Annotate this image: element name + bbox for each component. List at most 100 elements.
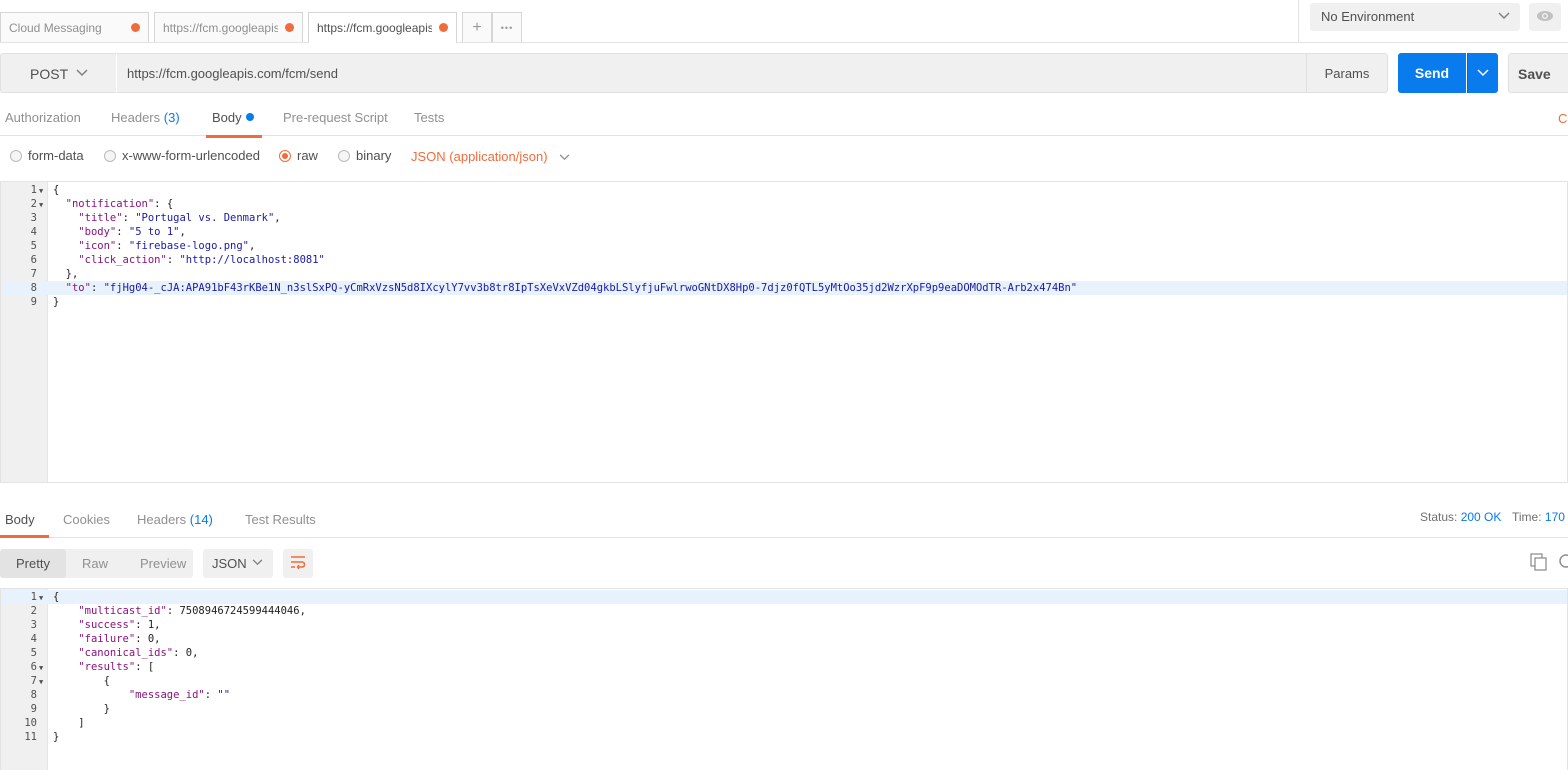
response-body-viewer[interactable]: 1 ▼{2 "multicast_id": 7508946724599444046… <box>0 588 1568 770</box>
json-token: : <box>90 282 104 294</box>
code-line: 6 "click_action": "http://localhost:8081… <box>1 253 1567 267</box>
line-number: 3 <box>30 619 37 631</box>
json-token: : <box>204 689 218 701</box>
response-language-select[interactable]: JSON <box>203 549 273 578</box>
code-line: 2 "multicast_id": 7508946724599444046, <box>1 604 1567 618</box>
code-line: 1 ▼ { <box>1 183 1567 197</box>
status-label: Status: <box>1420 510 1458 524</box>
tab-body[interactable]: Body <box>206 110 262 138</box>
content-type-select[interactable]: JSON (application/json) <box>411 149 570 164</box>
view-preview-button[interactable]: Preview <box>124 549 202 578</box>
tab-label: Headers <box>137 512 187 527</box>
json-token: : <box>166 254 180 266</box>
code-text: "message_id": "" <box>53 688 230 702</box>
tab-label: https://fcm.googleapis <box>317 21 432 35</box>
json-token: } <box>53 296 60 308</box>
json-token: { <box>53 675 110 687</box>
code-line: 10 ] <box>1 716 1567 730</box>
radio-form-data[interactable]: form-data <box>10 148 84 163</box>
tab-options-button[interactable]: ••• <box>492 12 522 42</box>
copy-icon[interactable] <box>1530 553 1548 574</box>
view-pretty-button[interactable]: Pretty <box>0 549 66 578</box>
response-tab-body[interactable]: Body <box>0 512 49 538</box>
fold-arrow-icon[interactable]: ▼ <box>39 675 43 689</box>
line-number: 9 <box>30 296 37 308</box>
url-input[interactable]: https://fcm.googleapis.com/fcm/send <box>116 53 1307 93</box>
environment-select[interactable]: No Environment <box>1310 3 1520 31</box>
wrap-lines-button[interactable] <box>283 549 313 578</box>
send-options-button[interactable] <box>1467 53 1498 93</box>
code-text: "body": "5 to 1", <box>53 225 186 239</box>
chevron-down-icon <box>1498 9 1510 23</box>
line-number: 5 <box>30 240 37 252</box>
tab-pre-request-script[interactable]: Pre-request Script <box>283 110 388 125</box>
json-string: "" <box>217 689 231 701</box>
view-raw-button[interactable]: Raw <box>66 549 124 578</box>
tab-label: https://fcm.googleapis <box>163 20 278 35</box>
json-key: "click_action" <box>78 254 167 266</box>
params-button[interactable]: Params <box>1306 53 1388 93</box>
tab-label: Body <box>212 110 242 125</box>
json-token: : <box>116 226 129 238</box>
status-value[interactable]: 200 OK <box>1461 510 1502 524</box>
response-tab-test-results[interactable]: Test Results <box>245 512 316 527</box>
fold-arrow-icon[interactable]: ▼ <box>39 661 43 675</box>
radio-raw[interactable]: raw <box>279 148 318 163</box>
json-token: ] <box>53 717 85 729</box>
line-number: 4 <box>30 226 37 238</box>
code-text: "canonical_ids": 0, <box>53 646 198 660</box>
json-key: "to" <box>65 282 91 294</box>
fold-arrow-icon[interactable]: ▼ <box>39 198 43 212</box>
tab-authorization[interactable]: Authorization <box>5 110 81 125</box>
code-text: { <box>53 590 59 604</box>
environment-quick-look-button[interactable] <box>1529 3 1561 31</box>
search-icon[interactable] <box>1558 553 1568 574</box>
json-token: , <box>274 212 281 224</box>
json-key: "message_id" <box>128 689 205 701</box>
json-token: : <box>116 240 129 252</box>
json-key: "canonical_ids" <box>78 647 174 659</box>
json-string: "fjHg04-_cJA:APA91bF43rKBe1N_n3slSxPQ-yC… <box>103 282 1078 294</box>
response-tab-headers[interactable]: Headers (14) <box>137 512 213 527</box>
request-body-editor[interactable]: 1 ▼{2 ▼ "notification": {3 "title": "Portu… <box>0 181 1568 483</box>
json-token: : 7508946724599444046, <box>166 605 306 617</box>
json-token: : { <box>154 198 174 210</box>
unsaved-dot-icon <box>285 23 294 32</box>
body-type-options: form-data x-www-form-urlencoded raw bina… <box>0 136 1568 181</box>
radio-circle-selected <box>279 149 291 162</box>
more-icon: ••• <box>500 22 514 33</box>
time-value[interactable]: 170 m <box>1545 510 1568 524</box>
radio-binary[interactable]: binary <box>338 148 391 163</box>
json-token: } <box>53 731 60 743</box>
response-tab-cookies[interactable]: Cookies <box>63 512 110 527</box>
tab-tests[interactable]: Tests <box>414 110 444 125</box>
new-tab-button[interactable]: + <box>462 12 492 42</box>
json-token: , <box>179 226 186 238</box>
line-number: 2 <box>30 198 37 210</box>
method-select[interactable]: POST <box>0 53 116 93</box>
tab-headers[interactable]: Headers (3) <box>111 110 180 125</box>
code-text: "results": [ <box>53 660 154 674</box>
save-button[interactable]: Save <box>1508 53 1568 93</box>
json-token: : 0, <box>173 647 199 659</box>
tab-label: Pre-request Script <box>283 110 388 125</box>
code-text: "success": 1, <box>53 618 160 632</box>
code-line: 1 ▼ { <box>1 590 1567 604</box>
environment-value: No Environment <box>1321 9 1415 24</box>
tab-cloud-messaging[interactable]: Cloud Messaging <box>0 12 149 42</box>
tab-fcm-request-2[interactable]: https://fcm.googleapis <box>308 12 457 43</box>
tab-fcm-request-1[interactable]: https://fcm.googleapis <box>154 12 303 42</box>
line-number: 8 <box>30 282 37 294</box>
send-button[interactable]: Send <box>1398 53 1466 93</box>
json-key: "results" <box>78 661 136 673</box>
tab-label: Tests <box>414 110 445 125</box>
radio-urlencoded[interactable]: x-www-form-urlencoded <box>104 148 260 163</box>
code-link[interactable]: C <box>1558 111 1567 126</box>
line-number: 1 <box>30 591 37 603</box>
fold-arrow-icon[interactable]: ▼ <box>39 184 43 198</box>
line-number: 1 <box>30 184 37 196</box>
fold-arrow-icon[interactable]: ▼ <box>39 591 43 605</box>
